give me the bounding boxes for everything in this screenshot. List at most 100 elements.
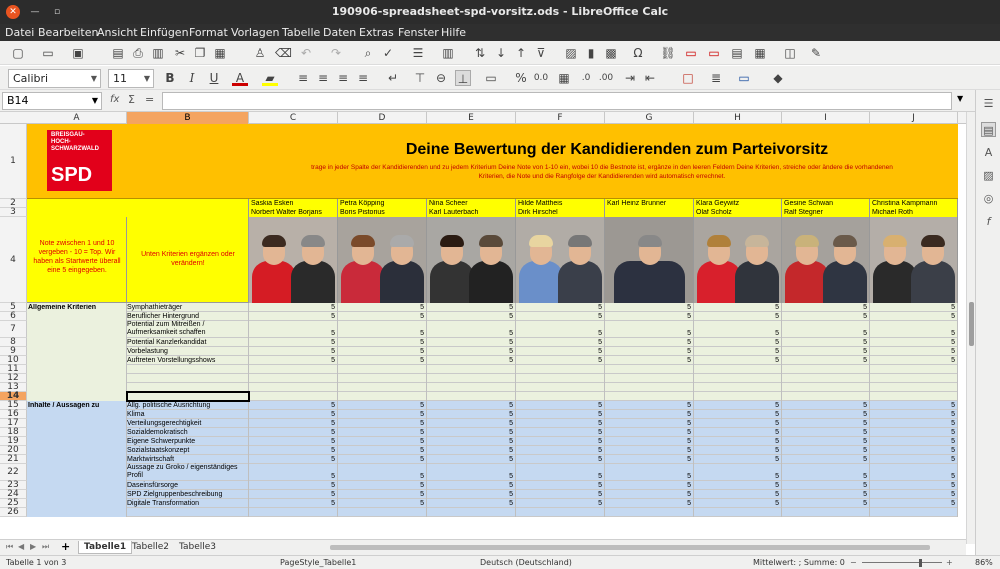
score-cell[interactable]: 5: [516, 473, 602, 481]
score-cell[interactable]: 5: [249, 339, 335, 347]
score-cell[interactable]: 5: [249, 420, 335, 428]
score-cell[interactable]: 5: [782, 339, 867, 347]
score-cell[interactable]: 5: [694, 402, 779, 410]
score-cell[interactable]: 5: [516, 304, 602, 312]
score-cell[interactable]: 5: [338, 438, 424, 446]
date-format-icon[interactable]: ▦: [556, 70, 572, 86]
score-cell[interactable]: 5: [516, 482, 602, 490]
score-cell[interactable]: 5: [605, 313, 691, 321]
sort-icon[interactable]: ⇅: [472, 45, 488, 61]
score-cell[interactable]: 5: [605, 402, 691, 410]
score-cell[interactable]: 5: [516, 339, 602, 347]
row-header-6[interactable]: 6: [0, 312, 27, 321]
name-box[interactable]: B14 ▼: [2, 92, 102, 110]
center-vertically-icon[interactable]: ⊖: [433, 70, 449, 86]
print-preview-icon[interactable]: ▥: [150, 45, 166, 61]
score-cell[interactable]: 5: [427, 456, 513, 464]
language[interactable]: Deutsch (Deutschland): [480, 556, 572, 569]
formula-icon[interactable]: =: [145, 93, 154, 106]
align-right-icon[interactable]: ≡: [335, 70, 351, 86]
score-cell[interactable]: 5: [249, 411, 335, 419]
score-cell[interactable]: 5: [870, 456, 955, 464]
score-cell[interactable]: 5: [694, 330, 779, 338]
criterion-label[interactable]: Marktwirtschaft: [127, 456, 247, 464]
criterion-label[interactable]: Verteilungsgerechtigkeit: [127, 420, 247, 428]
redo-icon[interactable]: ↷: [328, 45, 344, 61]
row-header-21[interactable]: 21: [0, 455, 27, 464]
score-cell[interactable]: 5: [338, 429, 424, 437]
number-format-currency-icon[interactable]: ▭: [483, 70, 499, 86]
score-cell[interactable]: 5: [249, 313, 335, 321]
tab-tabelle2[interactable]: Tabelle2: [127, 541, 174, 554]
score-cell[interactable]: 5: [605, 348, 691, 356]
score-cell[interactable]: 5: [249, 491, 335, 499]
criterion-label[interactable]: SPD Zielgruppenbeschreibung: [127, 491, 247, 499]
score-cell[interactable]: 5: [782, 330, 867, 338]
zoom-in-icon[interactable]: +: [946, 556, 953, 569]
score-cell[interactable]: 5: [427, 500, 513, 508]
criterion-label[interactable]: Daseinsfürsorge: [127, 482, 247, 490]
image-icon[interactable]: ▨: [563, 45, 579, 61]
align-left-icon[interactable]: ≡: [295, 70, 311, 86]
font-size-select[interactable]: 11 ▼: [108, 69, 154, 88]
score-cell[interactable]: 5: [870, 411, 955, 419]
prev-sheet-icon[interactable]: ◀: [18, 542, 24, 551]
score-cell[interactable]: 5: [870, 420, 955, 428]
clear-formatting-icon[interactable]: ⌫: [275, 45, 292, 61]
border-style-icon[interactable]: ≣: [708, 70, 724, 86]
score-cell[interactable]: 5: [782, 402, 867, 410]
score-cell[interactable]: 5: [338, 500, 424, 508]
menu-daten[interactable]: Daten: [323, 26, 356, 39]
score-cell[interactable]: 5: [427, 402, 513, 410]
score-cell[interactable]: 5: [427, 447, 513, 455]
first-sheet-icon[interactable]: ⏮: [6, 542, 13, 552]
criterion-label[interactable]: Sozialstaatskonzept: [127, 447, 247, 455]
conditional-format-icon[interactable]: ◆: [770, 70, 786, 86]
row-header-7[interactable]: 7: [0, 321, 27, 338]
justify-icon[interactable]: ≡: [355, 70, 371, 86]
score-cell[interactable]: 5: [605, 339, 691, 347]
headers-footers-icon[interactable]: ▭: [706, 45, 722, 61]
row-header-22[interactable]: 22: [0, 464, 27, 481]
align-center-icon[interactable]: ≡: [315, 70, 331, 86]
criterion-label[interactable]: Auftreten Vorstellungsshows: [127, 357, 247, 365]
score-cell[interactable]: 5: [249, 348, 335, 356]
score-cell[interactable]: 5: [694, 429, 779, 437]
border-color-icon[interactable]: ▭: [736, 70, 752, 86]
align-top-icon[interactable]: ⊤: [412, 70, 428, 86]
spreadsheet-grid[interactable]: BREISGAU- HOCH- SCHWARZWALD SPD Deine Bewe…: [27, 124, 958, 539]
score-cell[interactable]: 5: [870, 313, 955, 321]
score-cell[interactable]: 5: [516, 313, 602, 321]
score-cell[interactable]: 5: [782, 411, 867, 419]
score-cell[interactable]: 5: [516, 429, 602, 437]
sum-icon[interactable]: Σ: [128, 93, 135, 106]
score-cell[interactable]: 5: [605, 447, 691, 455]
score-cell[interactable]: 5: [338, 411, 424, 419]
expand-formula-bar-icon[interactable]: ▼: [957, 94, 963, 103]
criterion-label[interactable]: Potential zum Mitreißen / Aufmerksamkeit…: [127, 321, 247, 336]
score-cell[interactable]: 5: [338, 473, 424, 481]
criterion-label[interactable]: Potential Kanzlerkandidat: [127, 339, 247, 347]
score-cell[interactable]: 5: [516, 402, 602, 410]
hyperlink-icon[interactable]: ⛓: [660, 45, 676, 61]
menu-extras[interactable]: Extras: [359, 26, 394, 39]
score-cell[interactable]: 5: [338, 339, 424, 347]
score-cell[interactable]: 5: [605, 357, 691, 365]
spelling-icon[interactable]: ✓: [380, 45, 396, 61]
column-icon[interactable]: ▥: [440, 45, 456, 61]
score-cell[interactable]: 5: [338, 402, 424, 410]
score-cell[interactable]: 5: [427, 429, 513, 437]
score-cell[interactable]: 5: [605, 500, 691, 508]
score-cell[interactable]: 5: [338, 491, 424, 499]
score-cell[interactable]: 5: [338, 313, 424, 321]
score-cell[interactable]: 5: [605, 304, 691, 312]
score-cell[interactable]: 5: [782, 313, 867, 321]
score-cell[interactable]: 5: [694, 447, 779, 455]
menu-einfuegen[interactable]: Einfügen: [140, 26, 189, 39]
score-cell[interactable]: 5: [427, 491, 513, 499]
menu-datei[interactable]: Datei: [5, 26, 34, 39]
score-cell[interactable]: 5: [605, 420, 691, 428]
zoom-level[interactable]: 86%: [975, 556, 993, 569]
autofilter-icon[interactable]: ⊽: [533, 45, 549, 61]
score-cell[interactable]: 5: [427, 482, 513, 490]
